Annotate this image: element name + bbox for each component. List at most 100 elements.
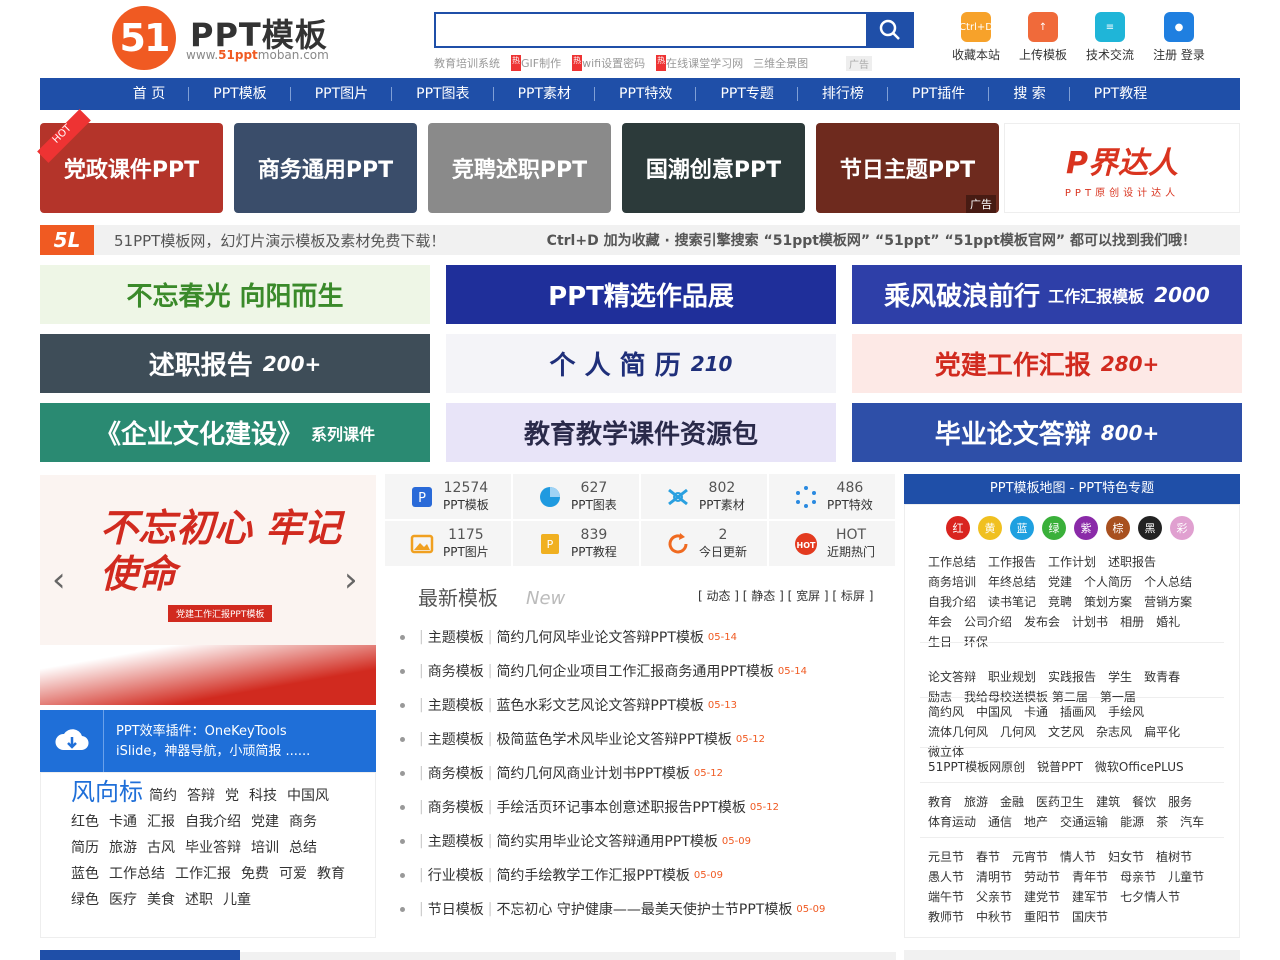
item-title[interactable]: 不忘初心 守护健康——最美天使护士节PPT模板 [496,899,792,919]
topic-tag[interactable]: 计划书 [1072,612,1108,632]
list-item[interactable]: | 商务模板 | 简约几何风商业计划书PPT模板 05-12 [400,756,880,790]
promo-banner[interactable]: 个 人 简 历 210 [446,334,836,393]
topic-tag[interactable]: 简约风 [928,702,964,722]
topic-tag[interactable]: 茶 [1156,812,1168,832]
item-category[interactable]: 商务模板 [428,661,484,681]
list-item[interactable]: | 节日模板 | 不忘初心 守护健康——最美天使护士节PPT模板 05-09 [400,892,880,926]
topic-tag[interactable]: 旅游 [964,792,988,812]
item-category[interactable]: 商务模板 [428,763,484,783]
topic-tag[interactable]: 父亲节 [976,887,1012,907]
item-title[interactable]: 简约几何风毕业论文答辩PPT模板 [496,627,703,647]
list-item[interactable]: | 商务模板 | 手绘活页环记事本创意述职报告PPT模板 05-12 [400,790,880,824]
hotword-link[interactable]: GIF制作 [521,55,561,71]
topic-tag[interactable]: 汽车 [1180,812,1204,832]
nav-item[interactable]: PPT教程 [1070,78,1171,110]
topic-tag[interactable]: 工作计划 [1048,552,1096,572]
topic-tag[interactable]: 自我介绍 [928,592,976,612]
trend-word[interactable]: 蓝色 [71,866,99,882]
item-category[interactable]: 主题模板 [428,627,484,647]
promo-banner[interactable]: 党建工作汇报 280+ [852,334,1242,393]
item-category[interactable]: 主题模板 [428,729,484,749]
item-category[interactable]: 主题模板 [428,695,484,715]
promo-banner[interactable]: 乘风破浪前行 工作汇报模板 2000 [852,265,1242,324]
topic-tag[interactable]: 教育 [928,792,952,812]
topic-tag[interactable]: 劳动节 [1024,867,1060,887]
tool-upload[interactable]: ↑ 上传模板 [1007,12,1079,63]
topic-tag[interactable]: 青年节 [1072,867,1108,887]
topic-tag[interactable]: 相册 [1120,612,1144,632]
topic-tag[interactable]: 能源 [1120,812,1144,832]
topic-tag[interactable]: 扁平化 [1144,722,1180,742]
color-filter-item[interactable]: 紫 [1074,516,1098,540]
topic-tag[interactable]: 建军节 [1072,887,1108,907]
nav-item[interactable]: PPT专题 [696,78,799,110]
item-title[interactable]: 简约几何企业项目工作汇报商务通用PPT模板 [496,661,773,681]
stat-refresh[interactable]: 2 今日更新 [641,521,767,566]
nav-item[interactable]: 排行榜 [798,78,888,110]
topic-tag[interactable]: 国庆节 [1072,907,1108,927]
trend-word[interactable]: 简历 [71,840,99,856]
topic-tag[interactable]: 流体几何风 [928,722,988,742]
topic-tag[interactable]: 锐普PPT [1037,757,1083,777]
color-filter-item[interactable]: 黄 [978,516,1002,540]
nav-item[interactable]: PPT插件 [888,78,990,110]
item-category[interactable]: 主题模板 [428,831,484,851]
topic-tag[interactable]: 个人总结 [1144,572,1192,592]
trend-word[interactable]: 免费 [241,866,269,882]
hotword-link[interactable]: 三维全景图 [753,55,808,71]
topic-tag[interactable]: 杂志风 [1096,722,1132,742]
topic-tag[interactable]: 几何风 [1000,722,1036,742]
topic-tag[interactable]: 卡通 [1024,702,1048,722]
item-title[interactable]: 简约几何风商业计划书PPT模板 [496,763,689,783]
topic-tag[interactable]: 通信 [988,812,1012,832]
trend-word[interactable]: 中国风 [287,788,329,804]
item-category[interactable]: 节日模板 [428,899,484,919]
logo-badge[interactable]: 51 [112,6,176,70]
topic-tag[interactable]: 交通运输 [1060,812,1108,832]
hotword-link[interactable]: wifi设置密码 [582,55,645,71]
trend-word[interactable]: 毕业答辩 [185,840,241,856]
topic-tag[interactable]: 儿童节 [1168,867,1204,887]
trend-word[interactable]: 答辩 [187,788,215,804]
item-category[interactable]: 行业模板 [428,865,484,885]
topic-tag[interactable]: 51PPT模板网原创 [928,757,1025,777]
stat-pie-chart[interactable]: 627 PPT图表 [513,474,639,519]
category-banner[interactable]: 商务通用PPT [234,123,417,213]
topic-tag[interactable]: 文艺风 [1048,722,1084,742]
trend-word[interactable]: 商务 [289,814,317,830]
nav-item[interactable]: PPT图表 [392,78,495,110]
trend-word[interactable]: 绿色 [71,892,99,908]
topic-tag[interactable]: 植树节 [1156,847,1192,867]
topic-tag[interactable]: 中秋节 [976,907,1012,927]
color-filter-item[interactable]: 黑 [1138,516,1162,540]
trend-word[interactable]: 党建 [251,814,279,830]
list-item[interactable]: | 主题模板 | 蓝色水彩文艺风论文答辩PPT模板 05-13 [400,688,880,722]
promo-banner[interactable]: PPT精选作品展 [446,265,836,324]
trend-word[interactable]: 党 [225,788,239,804]
topic-tag[interactable]: 中国风 [976,702,1012,722]
trend-word[interactable]: 医疗 [109,892,137,908]
nav-item[interactable]: PPT模板 [189,78,292,110]
color-filter-item[interactable]: 绿 [1042,516,1066,540]
topic-tag[interactable]: 读书笔记 [988,592,1036,612]
carousel-next-button[interactable]: › [344,560,358,600]
hotword-link[interactable]: 教育培训系统 [434,55,500,71]
topic-tag[interactable]: 金融 [1000,792,1024,812]
search-button[interactable] [866,12,914,48]
nav-item[interactable]: PPT图片 [291,78,393,110]
latest-filter[interactable]: [ 动态 ] [ 静态 ] [ 宽屏 ] [ 标屏 ] [698,587,873,604]
promo-banner[interactable]: 述职报告 200+ [40,334,430,393]
tool-chat[interactable]: ≡ 技术交流 [1074,12,1146,63]
stat-hot[interactable]: HOT HOT 近期热门 [769,521,895,566]
promo-banner[interactable]: 毕业论文答辩 800+ [852,403,1242,462]
color-filter-item[interactable]: 彩 [1170,516,1194,540]
list-item[interactable]: | 商务模板 | 简约几何企业项目工作汇报商务通用PPT模板 05-14 [400,654,880,688]
trend-word[interactable]: 旅游 [109,840,137,856]
topic-tag[interactable]: 手绘风 [1108,702,1144,722]
promo-banner[interactable]: 《企业文化建设》 系列课件 [40,403,430,462]
topic-tag[interactable]: 餐饮 [1132,792,1156,812]
pjdr-banner[interactable]: P界达人 PPT原创设计达人 [1004,123,1240,213]
item-category[interactable]: 商务模板 [428,797,484,817]
trend-word[interactable]: 可爱 [279,866,307,882]
topic-tag[interactable]: 述职报告 [1108,552,1156,572]
